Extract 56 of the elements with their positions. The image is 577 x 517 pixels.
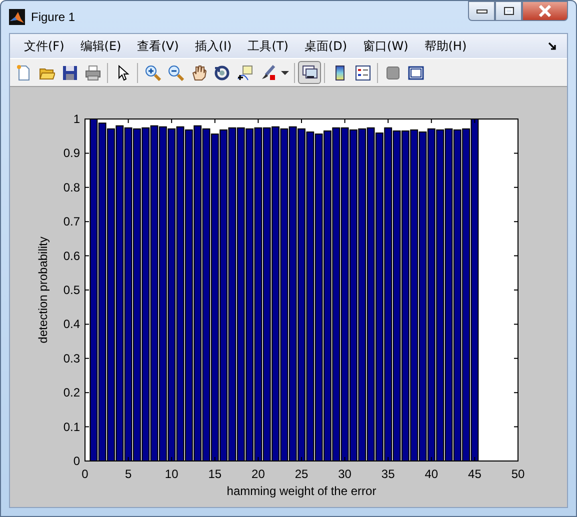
tick-label: 0.4	[63, 317, 80, 332]
tick-label: 35	[381, 467, 395, 481]
tick-label: 10	[164, 467, 178, 481]
menu-item[interactable]: 编辑(E)	[72, 38, 130, 54]
new-file-icon	[16, 64, 32, 80]
toolbar-button[interactable]	[298, 61, 321, 84]
caret-icon	[281, 70, 289, 74]
tick-label: 40	[424, 467, 438, 481]
zoom-in-icon	[144, 64, 160, 80]
axis-label: detection probability	[36, 236, 50, 344]
dock-arrow-icon[interactable]	[548, 42, 557, 50]
window-title: Figure 1	[31, 10, 76, 24]
menu-item[interactable]: 桌面(D)	[296, 38, 356, 54]
square-icon	[384, 64, 400, 80]
tick-label: 5	[124, 467, 132, 481]
data-cursor-icon	[236, 64, 252, 80]
zoom-out-icon	[168, 64, 184, 80]
tick-label: 0.7	[63, 214, 80, 229]
tick-label: 45	[468, 467, 482, 481]
axis-label: hamming weight of the error	[226, 484, 376, 498]
minimize-button[interactable]	[468, 1, 495, 21]
tick-label: 0.2	[63, 386, 80, 400]
plot-tools-icon	[408, 64, 424, 80]
menu-item[interactable]: 工具(T)	[240, 38, 296, 54]
close-icon	[538, 5, 552, 17]
tick-label: 30	[338, 467, 352, 481]
menu-item[interactable]: 插入(I)	[186, 38, 240, 54]
hand-icon	[190, 64, 206, 80]
tick-label: 15	[208, 467, 222, 481]
rotate-icon	[214, 64, 230, 80]
tick-label: 0.1	[63, 420, 80, 434]
tick-label: 20	[252, 467, 265, 481]
close-button[interactable]	[522, 1, 568, 21]
linked-plots-icon	[302, 64, 318, 80]
save-icon	[62, 64, 78, 80]
tick-label: 1	[73, 112, 80, 126]
menu-item[interactable]: 帮助(H)	[416, 38, 475, 54]
tick-label: 0	[82, 467, 88, 481]
tick-label: 0.5	[63, 283, 80, 297]
maximize-icon	[502, 6, 514, 16]
tick-label: 0.9	[63, 146, 80, 160]
logo-icon	[9, 9, 25, 25]
tick-label: 25	[294, 467, 308, 481]
tick-label: 0.6	[63, 248, 80, 263]
tick-label: 0.8	[63, 180, 80, 194]
minimize-icon	[476, 8, 488, 14]
legend-icon	[354, 64, 370, 80]
menu-item[interactable]: 查看(V)	[129, 38, 187, 54]
maximize-button[interactable]	[495, 1, 522, 21]
menu-item[interactable]: 文件(F)	[16, 38, 72, 54]
menu-item[interactable]: 窗口(W)	[355, 38, 416, 54]
tick-label: 0	[73, 454, 80, 468]
tick-label: 0.3	[63, 351, 80, 366]
printer-icon	[84, 64, 100, 80]
tick-label: 50	[511, 467, 525, 481]
brush-icon	[260, 64, 276, 80]
